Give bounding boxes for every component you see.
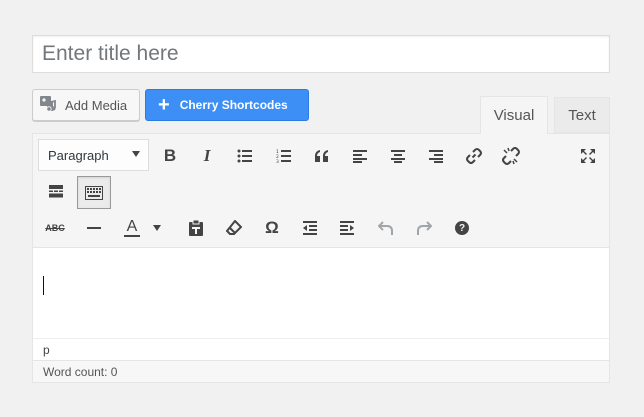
numbered-list-button[interactable]: 123 [269,141,299,171]
increase-indent-button[interactable] [332,213,362,243]
horizontal-line-icon [87,227,101,229]
bulleted-list-button[interactable] [230,141,260,171]
redo-button[interactable] [409,213,439,243]
align-left-icon [353,150,367,163]
remove-link-button[interactable] [496,141,526,171]
horizontal-line-button[interactable] [79,213,109,243]
numbered-list-icon: 123 [276,149,291,163]
text-color-dropdown-button[interactable] [147,213,167,243]
post-title-input[interactable] [32,35,610,73]
align-right-button[interactable] [421,141,451,171]
chevron-down-icon [132,151,140,157]
text-color-glyph: A [126,218,138,235]
text-color-icon: A [124,219,140,237]
decrease-indent-icon [303,221,317,235]
tab-text[interactable]: Text [554,97,610,133]
text-color-swatch [124,235,140,237]
align-left-button[interactable] [345,141,375,171]
redo-icon [417,221,432,235]
increase-indent-icon [340,221,354,235]
editor-content-area[interactable] [33,248,609,338]
element-path: p [33,338,609,360]
text-color-button[interactable]: A [117,213,147,243]
tab-visual[interactable]: Visual [480,96,548,134]
editor-toolbar: Paragraph B I 123 ABC A Ω ? [33,134,609,248]
insert-link-icon [466,148,482,164]
format-select-value: Paragraph [48,147,109,163]
text-cursor [43,276,44,295]
text-color-dropdown-icon [153,225,161,231]
cherry-shortcodes-label: Cherry Shortcodes [179,98,288,112]
plus-icon: + [158,94,170,116]
svg-text:3: 3 [276,159,279,163]
fullscreen-icon [581,149,595,163]
add-media-label: Add Media [65,97,128,113]
align-center-button[interactable] [383,141,413,171]
help-icon: ? [455,221,469,235]
paste-as-text-button[interactable] [181,213,211,243]
tab-text-label: Text [568,106,596,124]
strikethrough-button[interactable]: ABC [40,213,70,243]
read-more-icon [49,185,63,198]
toolbar-toggle-button[interactable] [77,176,111,209]
tab-visual-label: Visual [493,107,535,124]
align-right-icon [429,150,443,163]
toolbar-toggle-icon [85,185,103,200]
paste-as-text-icon [189,220,203,236]
remove-link-icon [502,147,520,165]
cherry-shortcodes-button[interactable]: + Cherry Shortcodes [145,89,309,121]
special-character-button[interactable]: Ω [257,213,287,243]
add-media-button[interactable]: Add Media [32,89,140,121]
special-character-icon: Ω [265,218,279,237]
undo-icon [378,221,393,235]
italic-icon: I [203,146,211,165]
help-button[interactable]: ? [447,213,477,243]
bold-button[interactable]: B [155,141,185,171]
read-more-button[interactable] [41,176,71,206]
editor-container: Paragraph B I 123 ABC A Ω ? p Word count… [32,133,610,383]
undo-button[interactable] [371,213,401,243]
bold-icon: B [163,146,177,165]
blockquote-button[interactable] [307,141,337,171]
fullscreen-button[interactable] [573,141,603,171]
bulleted-list-icon [237,149,252,163]
decrease-indent-button[interactable] [295,213,325,243]
align-center-icon [391,150,405,163]
blockquote-icon [315,150,328,162]
clear-formatting-icon [226,220,242,235]
insert-link-button[interactable] [459,141,489,171]
italic-button[interactable]: I [192,141,222,171]
media-icon [39,95,59,116]
format-select[interactable]: Paragraph [38,139,149,171]
strikethrough-icon: ABC [45,223,65,233]
clear-formatting-button[interactable] [219,213,249,243]
word-count: Word count: 0 [33,360,609,382]
